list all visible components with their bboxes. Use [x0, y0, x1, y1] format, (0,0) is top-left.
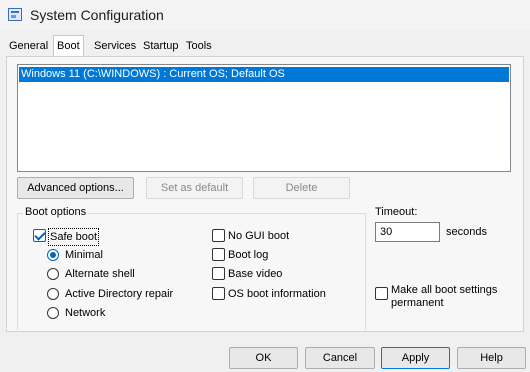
base-video-checkbox[interactable]: [212, 267, 225, 280]
base-video-label: Base video: [228, 268, 283, 280]
cancel-button[interactable]: Cancel: [305, 347, 375, 369]
set-as-default-button[interactable]: Set as default: [146, 177, 243, 199]
timeout-input[interactable]: 30: [375, 222, 440, 242]
help-label: Help: [480, 352, 503, 364]
safe-boot-label: Safe boot: [48, 228, 100, 246]
alternate-shell-radio[interactable]: [47, 268, 59, 280]
active-directory-repair-radio[interactable]: [47, 288, 59, 300]
safe-boot-checkbox[interactable]: [33, 229, 46, 242]
apply-button[interactable]: Apply: [381, 347, 450, 369]
advanced-options-label: Advanced options...: [27, 182, 124, 194]
os-boot-information-checkbox[interactable]: [212, 287, 225, 300]
tab-boot[interactable]: Boot: [53, 35, 84, 56]
boot-log-label: Boot log: [228, 249, 269, 261]
cancel-label: Cancel: [322, 352, 358, 364]
advanced-options-button[interactable]: Advanced options...: [17, 177, 134, 199]
help-button[interactable]: Help: [457, 347, 526, 369]
tab-services[interactable]: Services: [91, 37, 139, 57]
os-list[interactable]: Windows 11 (C:\WINDOWS) : Current OS; De…: [17, 64, 511, 172]
tab-startup[interactable]: Startup: [140, 37, 181, 57]
system-config-icon: [8, 8, 22, 21]
boot-options-legend: Boot options: [23, 206, 89, 218]
network-radio[interactable]: [47, 307, 59, 319]
apply-label: Apply: [401, 352, 430, 364]
minimal-label: Minimal: [65, 249, 103, 261]
make-permanent-label-line1: Make all boot settings: [391, 284, 498, 296]
seconds-label: seconds: [446, 226, 487, 238]
system-configuration-window: System Configuration General Boot Servic…: [0, 0, 530, 372]
make-permanent-label-line2: permanent: [391, 297, 444, 309]
delete-button[interactable]: Delete: [253, 177, 350, 199]
tab-tools[interactable]: Tools: [183, 37, 215, 57]
no-gui-boot-label: No GUI boot: [228, 230, 290, 242]
os-list-item[interactable]: Windows 11 (C:\WINDOWS) : Current OS; De…: [19, 67, 509, 82]
no-gui-boot-checkbox[interactable]: [212, 229, 225, 242]
minimal-radio[interactable]: [47, 249, 59, 261]
tab-general[interactable]: General: [6, 37, 51, 57]
ok-button[interactable]: OK: [229, 347, 298, 369]
window-title: System Configuration: [30, 7, 164, 23]
delete-label: Delete: [285, 182, 318, 194]
active-directory-repair-label: Active Directory repair: [65, 288, 174, 300]
network-label: Network: [65, 307, 106, 319]
title-bar[interactable]: System Configuration: [0, 0, 530, 30]
os-boot-information-label: OS boot information: [228, 288, 326, 300]
alternate-shell-label: Alternate shell: [65, 268, 135, 280]
set-as-default-label: Set as default: [160, 182, 229, 194]
timeout-label: Timeout:: [375, 206, 418, 218]
boot-log-checkbox[interactable]: [212, 248, 225, 261]
ok-label: OK: [255, 352, 272, 364]
make-permanent-checkbox[interactable]: [375, 287, 388, 300]
